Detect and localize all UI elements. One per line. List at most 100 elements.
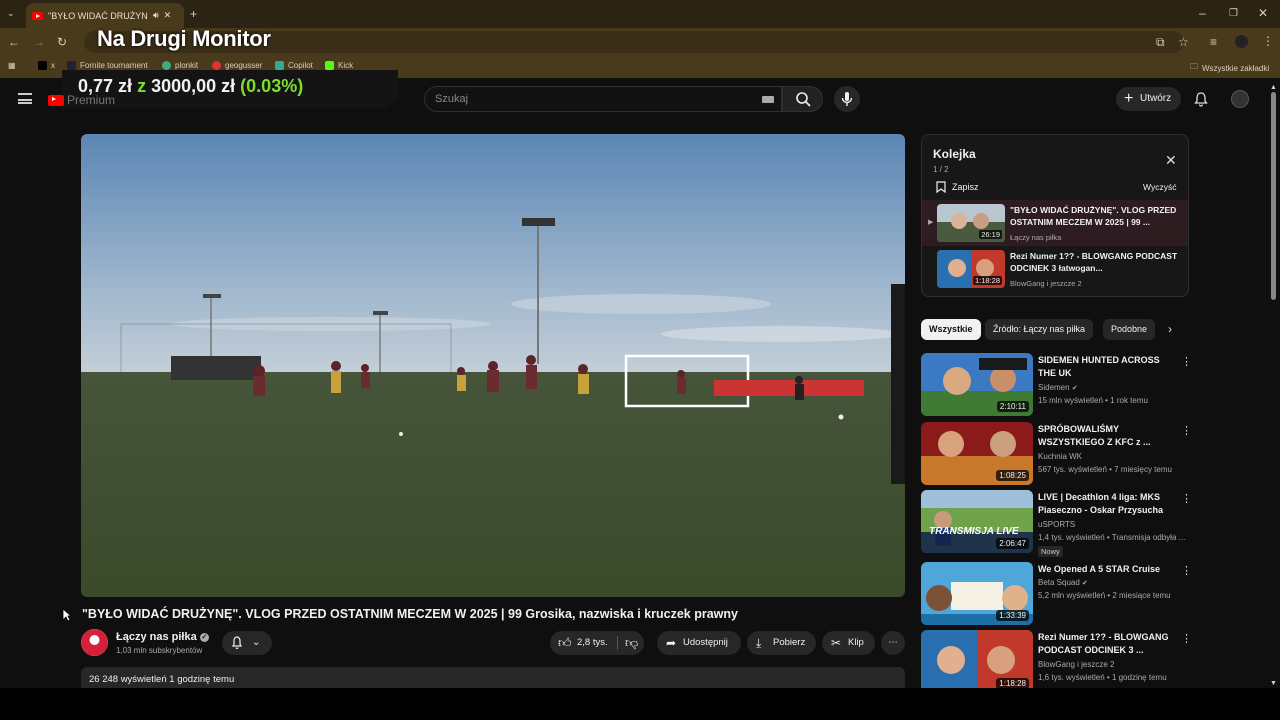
recommendation-item[interactable]: 1:33:39 We Opened A 5 STAR Cruise Beta S… — [921, 562, 1192, 626]
window-close-icon[interactable]: ✕ — [1258, 7, 1268, 19]
search-button[interactable] — [782, 86, 823, 112]
divider — [617, 636, 618, 650]
recommendation-channel: Kuchnia WK — [1038, 452, 1083, 461]
chevron-right-icon[interactable]: › — [1168, 322, 1172, 336]
more-vertical-icon[interactable]: ⋮ — [1181, 355, 1192, 368]
queue-item-title: "BYŁO WIDAĆ DRUŻYNĘ". VLOG PRZED OSTATNI… — [1010, 205, 1177, 227]
queue-item[interactable]: 1:18:28 Rezi Numer 1?? - BLOWGANG PODCAS… — [922, 246, 1188, 292]
menu-icon[interactable] — [18, 93, 32, 104]
more-actions-button[interactable]: ⋯ — [881, 631, 905, 655]
channel-avatar[interactable] — [81, 629, 108, 656]
recommendation-thumbnail: 1:33:39 — [921, 562, 1033, 625]
dislike-icon[interactable]: 👎︎ — [625, 631, 638, 655]
scroll-up-icon[interactable]: ▲ — [1270, 82, 1277, 94]
bookmark-plonkit[interactable]: plonkit — [162, 61, 198, 70]
recommendation-channel: Beta Squad ✔ — [1038, 578, 1088, 587]
bookmark-geogusser[interactable]: geogusser — [212, 61, 262, 70]
queue-item[interactable]: ▶ 26:19 "BYŁO WIDAĆ DRUŻYNĘ". VLOG PRZED… — [922, 200, 1188, 246]
back-icon[interactable]: ← — [8, 36, 20, 48]
queue-title: Kolejka — [933, 147, 976, 161]
bottom-black-bar — [0, 688, 1280, 720]
recommendation-meta: 1,4 tys. wyświetleń • Transmisja odbyła … — [1038, 533, 1186, 542]
verified-icon: ✔ — [1082, 580, 1088, 587]
tab-search-icon[interactable]: ⌄ — [7, 7, 15, 19]
recommendation-item[interactable]: TRANSMISJA LIVE 2:06:47 LIVE | Decathlon… — [921, 490, 1192, 557]
search-input[interactable]: Szukaj — [424, 86, 782, 112]
video-title: "BYŁO WIDAĆ DRUŻYNĘ". VLOG PRZED OSTATNI… — [82, 607, 738, 621]
recommendation-title: We Opened A 5 STAR Cruise — [1038, 564, 1161, 574]
more-vertical-icon[interactable]: ⋮ — [1181, 424, 1192, 437]
new-tab-icon[interactable]: + — [190, 8, 197, 20]
mouse-cursor-icon — [62, 608, 72, 622]
recommendation-channel: BlowGang i jeszcze 2 — [1038, 660, 1115, 669]
subscribe-bell-button[interactable]: ⌄ — [222, 631, 272, 655]
description-box[interactable]: 26 248 wyświetleń 1 godzinę temu — [81, 667, 905, 689]
chip-all[interactable]: Wszystkie — [921, 319, 981, 340]
youtube-favicon-icon — [32, 11, 43, 20]
bell-icon — [231, 631, 243, 663]
download-button[interactable]: ⤓ Pobierz — [747, 631, 816, 655]
bookmark-icon — [936, 181, 946, 193]
account-avatar[interactable] — [1231, 90, 1249, 108]
all-bookmarks[interactable]: 🗀 Wszystkie zakładki — [1190, 61, 1269, 75]
speaker-icon[interactable]: 🔊︎ — [153, 10, 159, 21]
notifications-bell-icon[interactable] — [1193, 91, 1209, 110]
bookmark-copilot[interactable]: Copilot — [275, 61, 313, 70]
like-dislike-group: 👍︎ 2,8 tys. 👎︎ — [550, 631, 644, 655]
queue-close-icon[interactable]: ✕ — [1165, 152, 1177, 169]
plus-icon: + — [1124, 90, 1134, 107]
minimize-icon[interactable]: – — [1199, 7, 1206, 19]
browser-tab-bar: ⌄ "BYŁO WIDAĆ DRUŻYNĘ". V 🔊︎ ✕ + – ❐ ✕ — [0, 0, 1280, 28]
recommendation-meta: 15 mln wyświetleń • 1 rok temu — [1038, 396, 1148, 405]
queue-thumbnail: 26:19 — [937, 204, 1005, 242]
bookmark-kick[interactable]: Kick — [325, 61, 353, 70]
cast-icon[interactable]: ⧉ — [1156, 36, 1165, 48]
browser-tab[interactable]: "BYŁO WIDAĆ DRUŻYNĘ". V 🔊︎ ✕ — [26, 3, 184, 28]
bookmark-x[interactable]: x — [38, 61, 55, 70]
like-icon[interactable]: 👍︎ — [558, 631, 572, 655]
new-badge: Nowy — [1038, 546, 1063, 557]
bookmark-star-icon[interactable]: ☆ — [1178, 36, 1189, 48]
channel-name[interactable]: Łączy nas piłka ✓ — [116, 631, 209, 643]
scissors-icon: ✂ — [831, 636, 842, 650]
recommendation-item[interactable]: 2:10:11 SIDEMEN HUNTED ACROSS THE UK Sid… — [921, 353, 1192, 417]
clip-button[interactable]: ✂ Klip — [822, 631, 875, 655]
more-vertical-icon[interactable]: ⋮ — [1181, 564, 1192, 577]
menu-dots-icon[interactable]: ⋮ — [1262, 35, 1274, 47]
more-vertical-icon[interactable]: ⋮ — [1181, 632, 1189, 645]
queue-count: 1 / 2 — [933, 165, 949, 174]
share-icon: ➦ — [666, 636, 677, 650]
recommendation-item[interactable]: 1:18:28 Rezi Numer 1?? - BLOWGANG PODCAS… — [921, 630, 1189, 688]
youtube-logo[interactable]: Premium — [48, 93, 115, 107]
chip-source[interactable]: Źródło: Łączy nas piłka — [985, 319, 1094, 340]
recommendation-channel: uSPORTS — [1038, 520, 1076, 529]
queue-clear-button[interactable]: Wyczyść — [1143, 182, 1176, 192]
bookmark-fornite[interactable]: Fornite tournament — [67, 61, 148, 70]
chip-similar[interactable]: Podobne — [1103, 319, 1156, 340]
now-playing-icon: ▶ — [928, 219, 934, 226]
forward-icon[interactable]: → — [33, 36, 45, 48]
more-horizontal-icon: ⋯ — [888, 637, 898, 648]
recommendation-item[interactable]: 1:08:25 SPRÓBOWALIŚMY WSZYSTKIEGO Z KFC … — [921, 422, 1192, 486]
recommendation-meta: 567 tys. wyświetleń • 7 miesięcy temu — [1038, 465, 1172, 474]
like-count[interactable]: 2,8 tys. — [577, 631, 608, 655]
scroll-down-icon[interactable]: ▼ — [1270, 678, 1277, 690]
scrollbar-thumb[interactable] — [1271, 92, 1276, 300]
create-button[interactable]: + Utwórz — [1116, 87, 1181, 111]
tab-close-icon[interactable]: ✕ — [164, 10, 172, 21]
more-vertical-icon[interactable]: ⋮ — [1181, 492, 1192, 505]
apps-icon[interactable]: ▦ — [8, 61, 16, 70]
stream-overlay-title: Na Drugi Monitor — [97, 26, 271, 51]
recommendation-title: SIDEMEN HUNTED ACROSS THE UK — [1038, 355, 1160, 378]
restore-icon[interactable]: ❐ — [1229, 8, 1238, 20]
keyboard-icon[interactable] — [762, 96, 774, 103]
recommendation-thumbnail: 1:18:28 — [921, 630, 1033, 688]
queue-save-button[interactable]: Zapisz — [936, 181, 979, 193]
voice-search-button[interactable] — [834, 86, 860, 112]
media-control-icon[interactable]: ≡ — [1210, 36, 1217, 48]
video-player[interactable] — [81, 134, 905, 597]
share-button[interactable]: ➦ Udostępnij — [657, 631, 741, 655]
folder-icon: 🗀 — [1190, 62, 1198, 71]
reload-icon[interactable]: ↻ — [57, 36, 67, 48]
profile-icon[interactable] — [1235, 35, 1248, 48]
